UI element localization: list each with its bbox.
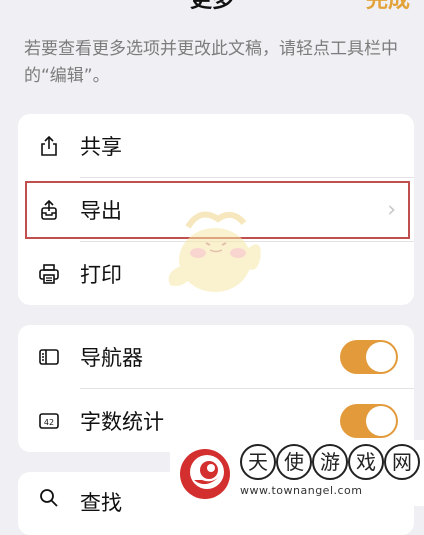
toggle-knob [366, 405, 396, 436]
svg-text:网: 网 [392, 450, 412, 474]
navigator-row: 导航器 [18, 325, 414, 388]
sheet-title: 更多 [190, 0, 235, 13]
top-bar: 更多 完成 [0, 0, 424, 14]
logo-icon [180, 449, 230, 499]
navigator-label: 导航器 [80, 345, 143, 370]
watermark-name-mark: 天 使 游 戏 网 [240, 444, 420, 480]
site-watermark: 天 使 游 戏 网 www.townangel.com [170, 440, 424, 506]
toggle-knob [366, 341, 396, 372]
print-label: 打印 [80, 262, 122, 287]
navigator-toggle[interactable] [340, 339, 398, 374]
word-count-toggle[interactable] [340, 403, 398, 438]
svg-text:使: 使 [284, 450, 304, 474]
share-icon [41, 135, 57, 156]
navigator-icon [39, 348, 59, 365]
printer-icon [39, 263, 59, 284]
svg-text:天: 天 [248, 450, 268, 474]
hint-text: 若要查看更多选项并更改此文稿，请轻点工具栏中的“编辑”。 [24, 39, 398, 86]
view-options-group: 导航器 42 字数统计 [18, 325, 414, 452]
watermark-url: www.townangel.com [240, 484, 363, 497]
done-button[interactable]: 完成 [366, 0, 410, 14]
share-label: 共享 [80, 134, 122, 159]
word-count-icon-text: 42 [44, 418, 54, 427]
svg-text:戏: 戏 [356, 450, 376, 474]
share-row[interactable]: 共享 [18, 114, 414, 177]
mascot-watermark-icon [168, 211, 261, 292]
word-count-icon: 42 [39, 412, 59, 429]
svg-text:游: 游 [320, 450, 340, 474]
find-label: 查找 [80, 491, 122, 515]
word-count-label: 字数统计 [80, 409, 164, 434]
